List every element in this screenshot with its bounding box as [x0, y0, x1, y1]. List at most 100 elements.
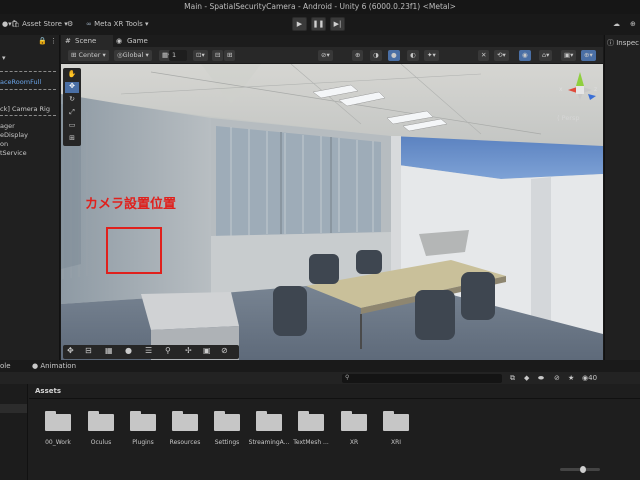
orientation-icon[interactable]: ⊕ [352, 50, 364, 61]
audio-icon[interactable]: ⟲▾ [494, 50, 509, 61]
folder-icon[interactable] [45, 410, 71, 431]
folder-label[interactable]: Plugins [121, 439, 165, 446]
more-icon[interactable]: ⋮ [50, 37, 57, 45]
overlay-settings-icon[interactable]: ⊘ [221, 346, 228, 355]
move-tool-icon[interactable]: ✥ [65, 82, 79, 93]
meta-xr-tools-button[interactable]: ∞ Meta XR Tools ▾ [86, 18, 149, 31]
rotate-tool-icon[interactable]: ↻ [65, 95, 79, 106]
tab-game[interactable]: ◉ Game [113, 35, 161, 47]
tools-icon[interactable]: ✕ [478, 50, 490, 61]
folder-icon[interactable] [172, 410, 198, 431]
zoom-slider-handle[interactable] [580, 466, 586, 473]
gizmos-icon[interactable]: ▣▾ [561, 50, 577, 61]
step-button[interactable]: ▶| [330, 17, 345, 31]
hierarchy-item[interactable]: aceRoomFull [0, 78, 41, 86]
folder-label[interactable]: XR [332, 439, 376, 446]
folder-label[interactable]: XRI [374, 439, 418, 446]
folder-icon[interactable] [256, 410, 282, 431]
search-input[interactable]: ⚲ [342, 374, 502, 383]
hand-tool-icon[interactable]: ✋ [65, 70, 79, 81]
tab-inspector[interactable]: ⓘ Inspec [607, 38, 639, 48]
scene-tabs: # Scene ◉ Game [61, 35, 603, 47]
grid-size-field[interactable]: 1 [169, 50, 187, 61]
overlay-zoom-icon[interactable]: ⚲ [165, 346, 171, 355]
camera-icon[interactable]: ⌂▾ [539, 50, 553, 61]
add-icon[interactable]: ▾ [2, 54, 6, 62]
lighting-icon[interactable]: ◐ [407, 50, 419, 61]
folder-label[interactable]: StreamingA... [247, 439, 291, 446]
tab-game-label: Game [127, 37, 148, 45]
overlay-layers-icon[interactable]: ☰ [145, 346, 152, 355]
scale-tool-icon[interactable]: ⤢ [65, 108, 79, 119]
tab-scene-label: Scene [75, 37, 97, 45]
hierarchy-item[interactable]: tService [0, 149, 27, 157]
scene-viewport[interactable]: カメラ設置位置 x z ⟨ Persp ✋ ✥ ↻ ⤢ ▭ ⊞ ✥ ⊟ ▦ ● … [61, 64, 603, 360]
asset-store-button[interactable]: 🛍 Asset Store ▾ [11, 18, 68, 31]
folder-label[interactable]: 00_Work [36, 439, 80, 446]
tab-animation[interactable]: ● Animation [32, 362, 76, 370]
scene-camera-icon[interactable]: ⊕▾ [581, 50, 596, 61]
rect-tool-icon[interactable]: ▭ [65, 121, 79, 132]
pause-button[interactable]: ❚❚ [311, 17, 326, 31]
hierarchy-item[interactable]: eDisplay [0, 131, 28, 139]
folder-label[interactable]: TextMesh ... [289, 439, 333, 446]
hierarchy-item[interactable]: on [0, 140, 8, 148]
play-button[interactable]: ▶ [292, 17, 307, 31]
folder-icon[interactable] [383, 410, 409, 431]
folder-label[interactable]: Settings [205, 439, 249, 446]
folder-label[interactable]: Resources [163, 439, 207, 446]
folder-icon[interactable] [214, 410, 240, 431]
assets-breadcrumb[interactable]: Assets [35, 387, 61, 395]
lock-icon[interactable]: 🔒 [38, 37, 47, 45]
folder-label[interactable]: Oculus [79, 439, 123, 446]
folder-icon[interactable] [130, 410, 156, 431]
shaded-icon[interactable]: ◑ [370, 50, 382, 61]
favorite-icon[interactable]: ★ [568, 374, 574, 382]
orientation-gizmo[interactable]: x z [559, 66, 601, 112]
transform-tool-icon[interactable]: ⊞ [65, 134, 79, 145]
cloud-icon[interactable]: ☁ [613, 18, 620, 31]
increment-icon[interactable]: ⊟ [212, 50, 224, 61]
filter-type-icon[interactable]: ⧉ [510, 374, 515, 383]
info-icon: ⓘ [607, 39, 614, 47]
meta-xr-tools-label: Meta XR Tools [94, 20, 143, 28]
filter-label-icon[interactable]: ◆ [524, 374, 529, 382]
tab-scene[interactable]: # Scene [61, 35, 113, 47]
snap-icon[interactable]: ⊡▾ [193, 50, 208, 61]
draw-mode-icon[interactable]: ⊘▾ [318, 50, 333, 61]
overlay-camera-icon[interactable]: ▣ [203, 346, 211, 355]
overlay-sphere-icon[interactable]: ● [125, 346, 132, 355]
snap-increment-icon[interactable]: ⊞ [224, 50, 236, 61]
overlay-snap-icon[interactable]: ⊟ [85, 346, 92, 355]
folder-icon[interactable] [298, 410, 324, 431]
scene-toolbar: ⊞ Center ▾ ◎Global ▾ ▦▾ 1 ⊡▾ ⊟ ⊞ ⊘▾ ⊕ ◑ … [61, 47, 603, 64]
divider [0, 71, 56, 72]
overlay-pan-icon[interactable]: ✢ [185, 346, 192, 355]
pivot-dropdown[interactable]: ⊞ Center ▾ [68, 50, 109, 61]
visibility-icon[interactable]: ◉ [519, 50, 531, 61]
project-tree-item[interactable] [0, 404, 27, 413]
space-dropdown[interactable]: ◎Global ▾ [114, 50, 152, 61]
pivot-label: Center [78, 51, 101, 59]
bottom-tabs: ole ● Animation [0, 360, 640, 372]
zoom-slider[interactable] [560, 466, 600, 473]
overlay-move-icon[interactable]: ✥ [67, 346, 74, 355]
gear-icon[interactable]: ⚙ [67, 18, 73, 31]
collab-icon[interactable]: ⊕ [630, 18, 636, 31]
overlay-grid-icon[interactable]: ▦ [105, 346, 113, 355]
tab-console[interactable]: ole [0, 362, 11, 370]
game-icon: ◉ [116, 37, 123, 45]
folder-icon[interactable] [341, 410, 367, 431]
folder-icon[interactable] [88, 410, 114, 431]
2d-toggle-icon[interactable]: ● [388, 50, 400, 61]
divider [29, 398, 640, 399]
hierarchy-item[interactable]: ck] Camera Rig [0, 105, 50, 113]
asset-count: ◉40 [582, 374, 597, 382]
persp-label[interactable]: ⟨ Persp [557, 114, 580, 122]
effects-icon[interactable]: ✦▾ [424, 50, 439, 61]
hierarchy-item[interactable]: ager [0, 122, 15, 130]
project-tree [0, 384, 28, 480]
tag-icon[interactable]: ⬬ [538, 374, 544, 383]
visibility-toggle-icon[interactable]: ⊘ [554, 374, 560, 382]
window-title: Main - SpatialSecurityCamera - Android -… [184, 2, 456, 11]
